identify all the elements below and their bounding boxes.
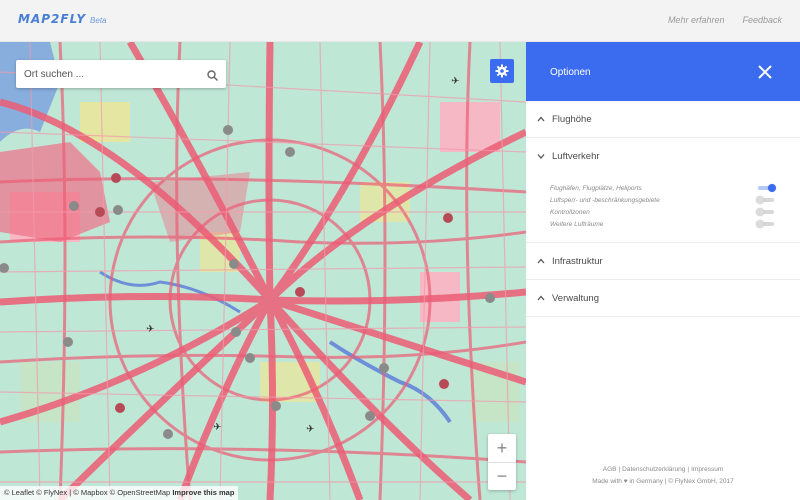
toggle-weitere-luftraeume[interactable] — [756, 220, 776, 228]
map-canvas[interactable]: ✈ ✈ ✈ ✈ + − © Leaflet — [0, 42, 526, 500]
section-label: Luftverkehr — [552, 150, 600, 162]
toggle-flughaefen[interactable] — [756, 184, 776, 192]
section-infrastruktur[interactable]: Infrastruktur — [526, 243, 800, 280]
zoom-control: + − — [488, 434, 516, 490]
nav-link-feedback[interactable]: Feedback — [742, 15, 782, 25]
chevron-up-icon — [537, 295, 545, 301]
section-flughoehe[interactable]: Flughöhe — [526, 101, 800, 138]
zoom-in-button[interactable]: + — [488, 434, 516, 462]
logo[interactable]: MAP2FLY Beta — [18, 12, 107, 26]
search-input[interactable] — [16, 68, 196, 80]
svg-text:✈: ✈ — [306, 424, 314, 435]
place-search[interactable] — [16, 60, 226, 88]
nav-link-mehr-erfahren[interactable]: Mehr erfahren — [668, 15, 725, 25]
footer-copyright: Made with ♥ in Germany | © FlyNex GmbH, … — [592, 478, 734, 485]
improve-map-link[interactable]: Improve this map — [172, 488, 234, 497]
svg-text:✈: ✈ — [213, 422, 221, 433]
footer-link-datenschutz[interactable]: Datenschutzerklärung — [622, 466, 685, 473]
option-label: Kontrollzonen — [550, 208, 590, 216]
top-nav: Mehr erfahren Feedback — [668, 15, 782, 25]
footer-link-agb[interactable]: AGB — [603, 466, 617, 473]
option-row: Flughäfen, Flugplätze, Heliports — [550, 182, 800, 194]
section-verwaltung[interactable]: Verwaltung — [526, 280, 800, 317]
option-label: Weitere Lufträume — [550, 220, 604, 228]
toggle-kontrollzonen[interactable] — [756, 208, 776, 216]
option-label: Luftsperr- und -beschränkungsgebiete — [550, 196, 660, 204]
section-luftverkehr[interactable]: Luftverkehr Flughäfen, Flugplätze, Helip… — [526, 138, 800, 243]
app-header: MAP2FLY Beta Mehr erfahren Feedback — [0, 0, 800, 42]
map-tiles: ✈ ✈ ✈ ✈ — [0, 42, 526, 500]
map-attribution: © Leaflet © FlyNex | © Mapbox © OpenStre… — [0, 486, 239, 500]
panel-header: Optionen — [526, 42, 800, 101]
option-row: Luftsperr- und -beschränkungsgebiete — [550, 194, 800, 206]
section-label: Infrastruktur — [552, 255, 603, 267]
toggle-luftsperrgebiete[interactable] — [756, 196, 776, 204]
option-label: Flughäfen, Flugplätze, Heliports — [550, 184, 642, 192]
gear-icon — [495, 64, 509, 78]
option-row: Weitere Lufträume — [550, 218, 800, 230]
section-label: Flughöhe — [552, 113, 592, 125]
search-icon[interactable] — [207, 68, 218, 86]
chevron-up-icon — [537, 116, 545, 122]
options-panel: Optionen Flughöhe Luftverkehr Flughäfen,… — [526, 42, 800, 500]
logo-text: MAP2FLY — [18, 12, 87, 26]
section-label: Verwaltung — [552, 292, 600, 304]
luftverkehr-options: Flughäfen, Flugplätze, Heliports Luftspe… — [526, 174, 800, 242]
footer-link-impressum[interactable]: Impressum — [691, 466, 723, 473]
settings-button[interactable] — [490, 59, 514, 83]
beta-badge: Beta — [90, 16, 107, 25]
svg-text:✈: ✈ — [146, 324, 154, 335]
chevron-up-icon — [537, 258, 545, 264]
panel-footer: AGB | Datenschutzerklärung | Impressum Made … — [526, 464, 800, 488]
option-row: Kontrollzonen — [550, 206, 800, 218]
panel-title: Optionen — [550, 67, 591, 78]
svg-text:✈: ✈ — [451, 76, 459, 87]
attribution-text[interactable]: © Leaflet © FlyNex | © Mapbox © OpenStre… — [4, 488, 170, 497]
zoom-out-button[interactable]: − — [488, 462, 516, 490]
chevron-down-icon — [537, 154, 545, 159]
close-icon[interactable] — [758, 65, 772, 79]
